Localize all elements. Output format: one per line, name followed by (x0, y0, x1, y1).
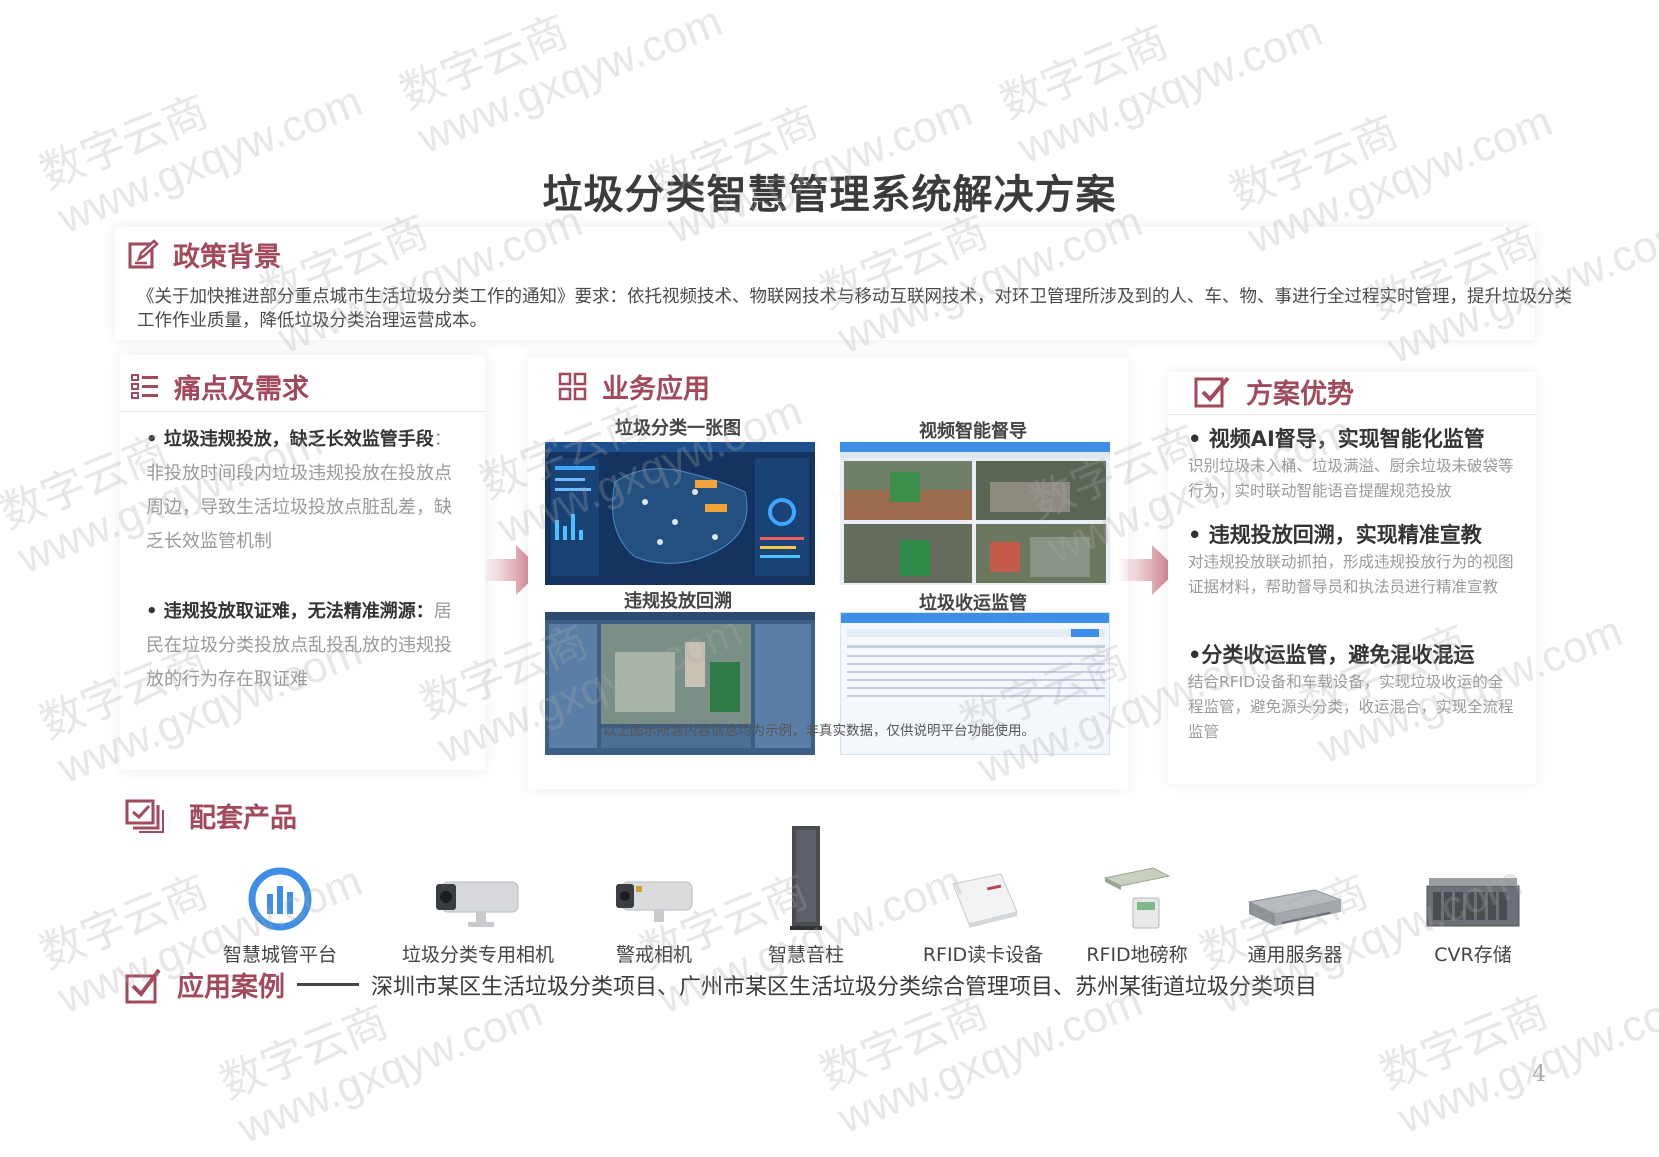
product-classification-camera: 垃圾分类专用相机 (398, 842, 558, 967)
policy-card: 政策背景 《关于加快推进部分重点城市生活垃圾分类工作的通知》要求：依托视频技术、… (115, 227, 1572, 340)
layers-icon (125, 799, 164, 833)
products-heading: 配套产品 (189, 803, 297, 834)
cases-heading: 应用案例 (177, 972, 285, 1003)
dash-separator (297, 983, 359, 986)
weighing-scale-icon (1103, 867, 1171, 929)
pain-item: • 违规投放取证难，无法精准溯源：居民在垃圾分类投放点乱投乱放的违规投放的行为存… (146, 601, 452, 690)
server-icon (1247, 889, 1343, 926)
speaker-column-icon (790, 826, 822, 930)
edit-icon (128, 238, 159, 268)
storage-array-icon (1426, 878, 1520, 927)
watermark: 数字云商 www.gxqyw.com (643, 87, 979, 254)
page-title: 垃圾分类智慧管理系统解决方案 (542, 172, 1117, 218)
pain-card: 痛点及需求 • 垃圾违规投放，缺乏长效监管手段：非投放时间段内垃圾违规投放在投放… (120, 355, 485, 770)
policy-header: 政策背景 (127, 235, 281, 274)
rfid-reader-icon (952, 873, 1018, 928)
product-platform: 智慧城管平台 (200, 842, 360, 967)
list-icon (131, 373, 158, 399)
app-label-video: 视频智能督导 (919, 421, 1027, 442)
product-speaker-column: 智慧音柱 (726, 822, 886, 967)
product-cvr-storage: CVR存储 (1393, 842, 1553, 967)
pain-header: 痛点及需求 (130, 367, 309, 406)
apps-card: 业务应用 垃圾分类一张图 视频智能督导 违规投放回溯 垃圾收运监管 以上图示所含… (528, 357, 1128, 789)
cases-line: 应用案例 深圳市某区生活垃圾分类项目、广州市某区生活垃圾分类综合管理项目、苏州某… (125, 965, 1317, 1004)
advantages-card: 方案优势 • 视频AI督导，实现智能化监管 识别垃圾未入桶、垃圾满溢、厨余垃圾未… (1168, 372, 1536, 784)
policy-heading: 政策背景 (173, 242, 281, 273)
products-header: 配套产品 (125, 796, 297, 835)
divider (120, 411, 485, 412)
app-label-map: 垃圾分类一张图 (615, 418, 741, 439)
policy-text: 《关于加快推进部分重点城市生活垃圾分类工作的通知》要求：依托视频技术、物联网技术… (137, 287, 1572, 331)
product-rfid-reader: RFID读卡设备 (903, 842, 1063, 967)
advantage-item: • 违规投放回溯，实现精准宣教 对违规投放联动抓拍，形成违规投放行为的视图证据材… (1188, 523, 1514, 596)
pain-item: • 垃圾违规投放，缺乏长效监管手段：非投放时间段内垃圾违规投放在投放点周边，导致… (146, 429, 452, 552)
city-platform-icon (248, 867, 312, 931)
divider (1168, 414, 1536, 415)
advantage-item: •分类收运监管，避免混收混运 结合RFID设备和车载设备，实现垃圾收运的全程监管… (1188, 643, 1514, 741)
watermark: 数字云商 www.gxqyw.com (393, 0, 729, 164)
watermark: 数字云商 www.gxqyw.com (993, 7, 1329, 174)
disclaimer-note: 以上图示所含内容信息均为示例，非真实数据，仅供说明平台功能使用。 (603, 723, 1035, 739)
cases-text: 深圳市某区生活垃圾分类项目、广州市某区生活垃圾分类综合管理项目、苏州某街道垃圾分… (371, 974, 1318, 1000)
apps-heading: 业务应用 (602, 374, 710, 405)
advantages-header: 方案优势 (1194, 372, 1354, 411)
advantage-item: • 视频AI督导，实现智能化监管 识别垃圾未入桶、垃圾满溢、厨余垃圾未破袋等行为… (1188, 427, 1514, 500)
product-alert-camera: 警戒相机 (574, 842, 734, 967)
pain-heading: 痛点及需求 (174, 374, 309, 405)
check-doc-icon (1194, 376, 1230, 407)
product-server: 通用服务器 (1215, 842, 1375, 967)
map-dashboard-screenshot (545, 442, 815, 585)
page-number: 4 (1532, 1062, 1546, 1087)
video-grid-screenshot (840, 442, 1110, 585)
grid-icon (558, 372, 587, 400)
bullet-camera-icon (436, 881, 519, 927)
check-box-icon (125, 968, 161, 1003)
bullet-camera-icon (616, 881, 693, 922)
app-label-playback: 违规投放回溯 (624, 591, 732, 612)
apps-header: 业务应用 (558, 367, 710, 406)
advantages-heading: 方案优势 (1246, 379, 1354, 410)
product-rfid-scale: RFID地磅称 (1057, 842, 1217, 967)
